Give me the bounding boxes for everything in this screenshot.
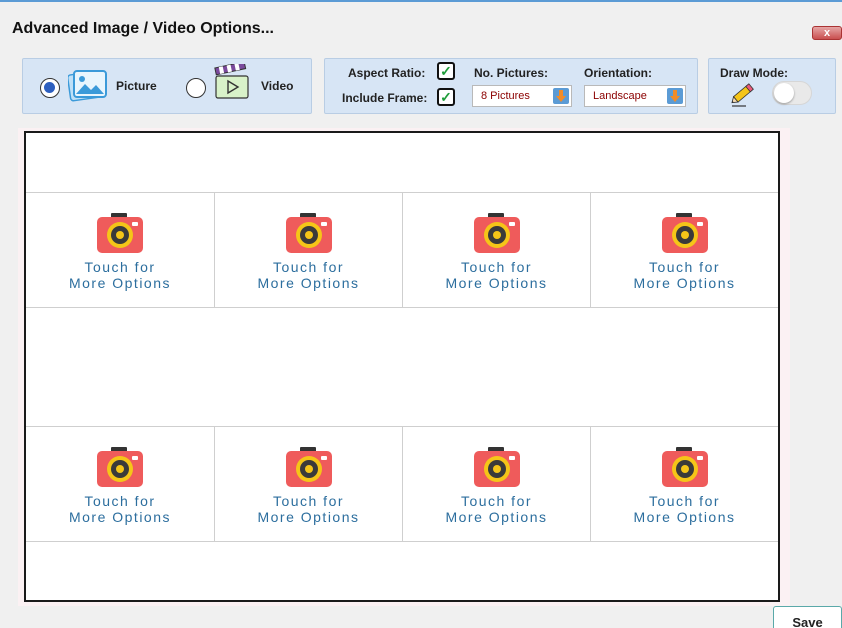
window-title: Advanced Image / Video Options...	[12, 20, 274, 37]
camera-icon	[661, 213, 708, 253]
window-top-border	[0, 0, 842, 2]
include-frame-label: Include Frame:	[342, 91, 428, 105]
picture-slot-4[interactable]: Touch for More Options	[590, 193, 778, 307]
cell-text-line2: More Options	[257, 509, 360, 525]
camera-icon	[473, 447, 520, 487]
picture-icon	[66, 68, 108, 107]
picture-row: Touch for More Options Touch for More Opti…	[26, 192, 778, 308]
cell-text-line1: Touch for	[84, 259, 156, 275]
camera-icon	[285, 213, 332, 253]
picture-slot-8[interactable]: Touch for More Options	[590, 427, 778, 541]
cell-text-line2: More Options	[633, 509, 736, 525]
video-icon	[212, 61, 252, 105]
cell-text-line1: Touch for	[648, 493, 721, 509]
camera-icon	[473, 213, 520, 253]
camera-icon	[97, 447, 143, 487]
include-frame-checkbox[interactable]: ✓	[437, 88, 455, 106]
camera-icon	[661, 447, 708, 487]
picture-radio[interactable]	[40, 78, 60, 98]
cell-text-line1: Touch for	[272, 259, 345, 275]
aspect-ratio-checkbox[interactable]: ✓	[437, 62, 455, 80]
no-pictures-label: No. Pictures:	[474, 66, 549, 80]
picture-label: Picture	[116, 79, 157, 93]
cell-text-line2: More Options	[445, 509, 548, 525]
orientation-select[interactable]: Landscape	[584, 85, 686, 107]
camera-icon	[97, 213, 143, 253]
cell-text-line1: Touch for	[648, 259, 721, 275]
cell-text-line2: More Options	[633, 275, 736, 291]
video-label: Video	[261, 79, 294, 93]
close-button[interactable]: x	[812, 26, 842, 40]
no-pictures-select[interactable]: 8 Pictures	[472, 85, 572, 107]
cell-text-line2: More Options	[257, 275, 360, 291]
orientation-label: Orientation:	[584, 66, 652, 80]
cell-text-line1: Touch for	[460, 259, 533, 275]
picture-layout-canvas: Touch for More Options Touch for More Opti…	[24, 131, 780, 602]
aspect-ratio-label: Aspect Ratio:	[348, 66, 426, 80]
video-radio[interactable]	[186, 78, 206, 98]
pencil-icon	[728, 80, 758, 113]
save-button[interactable]: Save	[773, 606, 842, 628]
cell-text-line2: More Options	[68, 509, 172, 525]
cell-text-line1: Touch for	[272, 493, 345, 509]
picture-slot-5[interactable]: Touch for More Options	[26, 427, 214, 541]
picture-slot-3[interactable]: Touch for More Options	[402, 193, 590, 307]
dropdown-arrow-icon	[667, 88, 683, 104]
picture-row: Touch for More Options Touch for More Opti…	[26, 426, 778, 542]
dropdown-arrow-icon	[553, 88, 569, 104]
picture-slot-2[interactable]: Touch for More Options	[214, 193, 402, 307]
cell-text-line1: Touch for	[84, 493, 156, 509]
orientation-value: Landscape	[593, 90, 647, 102]
picture-slot-7[interactable]: Touch for More Options	[402, 427, 590, 541]
picture-slot-1[interactable]: Touch for More Options	[26, 193, 214, 307]
no-pictures-value: 8 Pictures	[481, 90, 530, 102]
draw-mode-label: Draw Mode:	[720, 66, 789, 80]
draw-mode-toggle[interactable]	[772, 81, 812, 105]
cell-text-line2: More Options	[68, 275, 172, 291]
cell-text-line1: Touch for	[460, 493, 533, 509]
picture-slot-6[interactable]: Touch for More Options	[214, 427, 402, 541]
camera-icon	[285, 447, 332, 487]
toggle-knob	[774, 83, 794, 103]
cell-text-line2: More Options	[445, 275, 548, 291]
